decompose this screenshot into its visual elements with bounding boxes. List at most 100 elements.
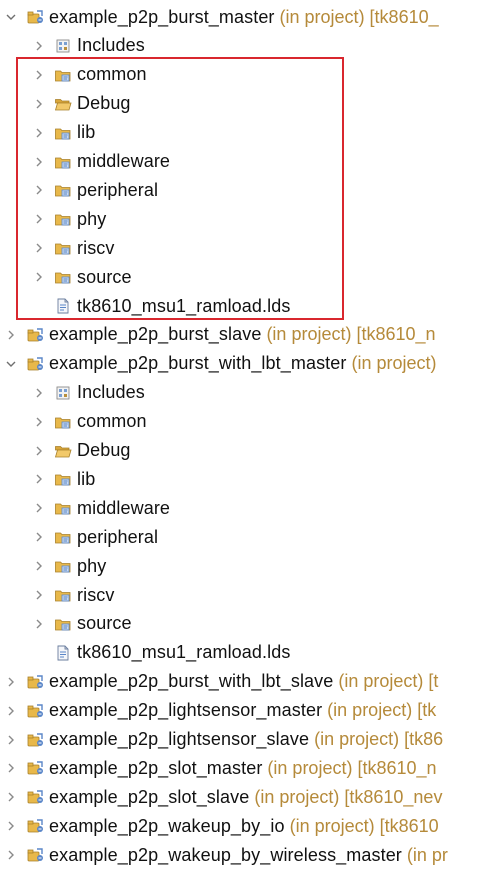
project-name: example_p2p_slot_master (49, 757, 263, 778)
chevron-right-icon[interactable] (32, 581, 46, 609)
chevron-right-icon[interactable] (32, 90, 46, 118)
project-decoration: (in project) [tk8610 (289, 815, 439, 836)
tree-item-project[interactable]: example_p2p_wakeup_by_io (in project) [tk… (4, 812, 439, 840)
tree-item-project[interactable]: example_p2p_slot_master (in project) [tk8… (4, 754, 437, 782)
linker-script-file-icon (54, 644, 72, 662)
tree-item-src-folder[interactable]: common (32, 61, 147, 89)
tree-item-src-folder[interactable]: phy (32, 552, 106, 580)
tree-item-project[interactable]: example_p2p_burst_slave (in project) [tk8… (4, 321, 436, 349)
tree-item-project[interactable]: example_p2p_burst_master (in project) [tk… (4, 3, 439, 31)
tree-item-src-folder[interactable]: middleware (32, 148, 170, 176)
tree-item-project[interactable]: example_p2p_lightsensor_master (in projec… (4, 697, 436, 725)
chevron-right-icon[interactable] (4, 668, 18, 696)
file-name: tk8610_msu1_ramload.lds (77, 295, 291, 316)
project-decoration: (in project) [tk8610_ (279, 6, 439, 27)
project-decoration: (in project) [tk8610_n (267, 757, 437, 778)
tree-item-project[interactable]: example_p2p_wakeup_by_wireless_master (in… (4, 841, 448, 869)
folder-name: Includes (77, 382, 145, 403)
tree-item-src-folder[interactable]: source (32, 263, 132, 291)
tree-item-file[interactable]: tk8610_msu1_ramload.lds (32, 292, 290, 320)
chevron-right-icon[interactable] (4, 726, 18, 754)
project-name: example_p2p_burst_master (49, 6, 275, 27)
tree-item-project[interactable]: example_p2p_slot_slave (in project) [tk86… (4, 783, 442, 811)
chevron-right-icon[interactable] (4, 812, 18, 840)
folder-name: middleware (77, 151, 171, 171)
chevron-right-icon[interactable] (32, 465, 46, 493)
chevron-right-icon[interactable] (32, 408, 46, 436)
chevron-right-icon[interactable] (32, 610, 46, 638)
chevron-right-icon[interactable] (32, 176, 46, 204)
folder-name: peripheral (77, 526, 159, 547)
tree-item-file[interactable]: tk8610_msu1_ramload.lds (32, 639, 290, 667)
chevron-right-icon[interactable] (32, 552, 46, 580)
tree-item-src-folder[interactable]: lib (32, 119, 95, 147)
chevron-right-icon[interactable] (32, 119, 46, 147)
tree-item-src-folder[interactable]: peripheral (32, 176, 158, 204)
project-decoration: (in project) [tk8610_n (266, 324, 436, 345)
chevron-right-icon[interactable] (32, 494, 46, 522)
open-folder-icon (54, 442, 72, 460)
includes-icon (54, 384, 72, 402)
java-project-icon (26, 817, 44, 835)
tree-item-includes[interactable]: Includes (32, 32, 145, 60)
java-project-icon (26, 731, 44, 749)
project-decoration: (in project) (351, 353, 437, 374)
folder-name: Debug (77, 93, 131, 114)
chevron-down-icon[interactable] (4, 3, 18, 31)
tree-item-project[interactable]: example_p2p_lightsensor_slave (in project… (4, 726, 443, 754)
chevron-right-icon[interactable] (4, 697, 18, 725)
chevron-right-icon[interactable] (32, 61, 46, 89)
java-project-icon (26, 702, 44, 720)
source-folder-icon (54, 586, 72, 604)
chevron-right-icon[interactable] (32, 263, 46, 291)
source-folder-icon (54, 153, 72, 171)
folder-name: riscv (77, 237, 115, 258)
chevron-right-icon[interactable] (4, 841, 18, 869)
source-folder-icon (54, 413, 72, 431)
chevron-right-icon[interactable] (32, 234, 46, 262)
java-project-icon (26, 326, 44, 344)
folder-name: Includes (77, 35, 145, 56)
tree-item-open-folder[interactable]: Debug (32, 90, 131, 118)
chevron-right-icon[interactable] (32, 32, 46, 60)
tree-item-src-folder[interactable]: lib (32, 465, 95, 493)
chevron-down-icon[interactable] (4, 350, 18, 378)
tree-item-src-folder[interactable]: riscv (32, 581, 115, 609)
tree-item-src-folder[interactable]: source (32, 610, 132, 638)
project-decoration: (in project) [tk (327, 700, 437, 721)
chevron-right-icon[interactable] (32, 437, 46, 465)
tree-item-src-folder[interactable]: peripheral (32, 523, 158, 551)
chevron-right-icon[interactable] (4, 783, 18, 811)
chevron-right-icon[interactable] (32, 148, 46, 176)
source-folder-icon (54, 528, 72, 546)
project-name: example_p2p_wakeup_by_wireless_master (49, 844, 402, 865)
folder-name: peripheral (77, 179, 159, 200)
chevron-right-icon[interactable] (32, 205, 46, 233)
java-project-icon (26, 8, 44, 26)
chevron-right-icon[interactable] (4, 754, 18, 782)
project-decoration: (in pr (406, 844, 448, 865)
java-project-icon (26, 355, 44, 373)
java-project-icon (26, 788, 44, 806)
tree-item-src-folder[interactable]: common (32, 408, 147, 436)
source-folder-icon (54, 124, 72, 142)
tree-item-project[interactable]: example_p2p_burst_with_lbt_slave (in proj… (4, 668, 438, 696)
chevron-right-icon[interactable] (32, 523, 46, 551)
folder-name: common (77, 64, 147, 85)
tree-item-src-folder[interactable]: middleware (32, 494, 170, 522)
tree-item-src-folder[interactable]: riscv (32, 234, 115, 262)
chevron-right-icon[interactable] (32, 379, 46, 407)
tree-item-project[interactable]: example_p2p_burst_with_lbt_master (in pro… (4, 350, 437, 378)
tree-item-includes[interactable]: Includes (32, 379, 145, 407)
linker-script-file-icon (54, 297, 72, 315)
java-project-icon (26, 846, 44, 864)
source-folder-icon (54, 268, 72, 286)
project-name: example_p2p_burst_slave (49, 324, 262, 345)
tree-item-src-folder[interactable]: phy (32, 205, 106, 233)
chevron-right-icon[interactable] (4, 321, 18, 349)
folder-name: lib (77, 122, 96, 143)
tree-item-open-folder[interactable]: Debug (32, 437, 131, 465)
source-folder-icon (54, 557, 72, 575)
